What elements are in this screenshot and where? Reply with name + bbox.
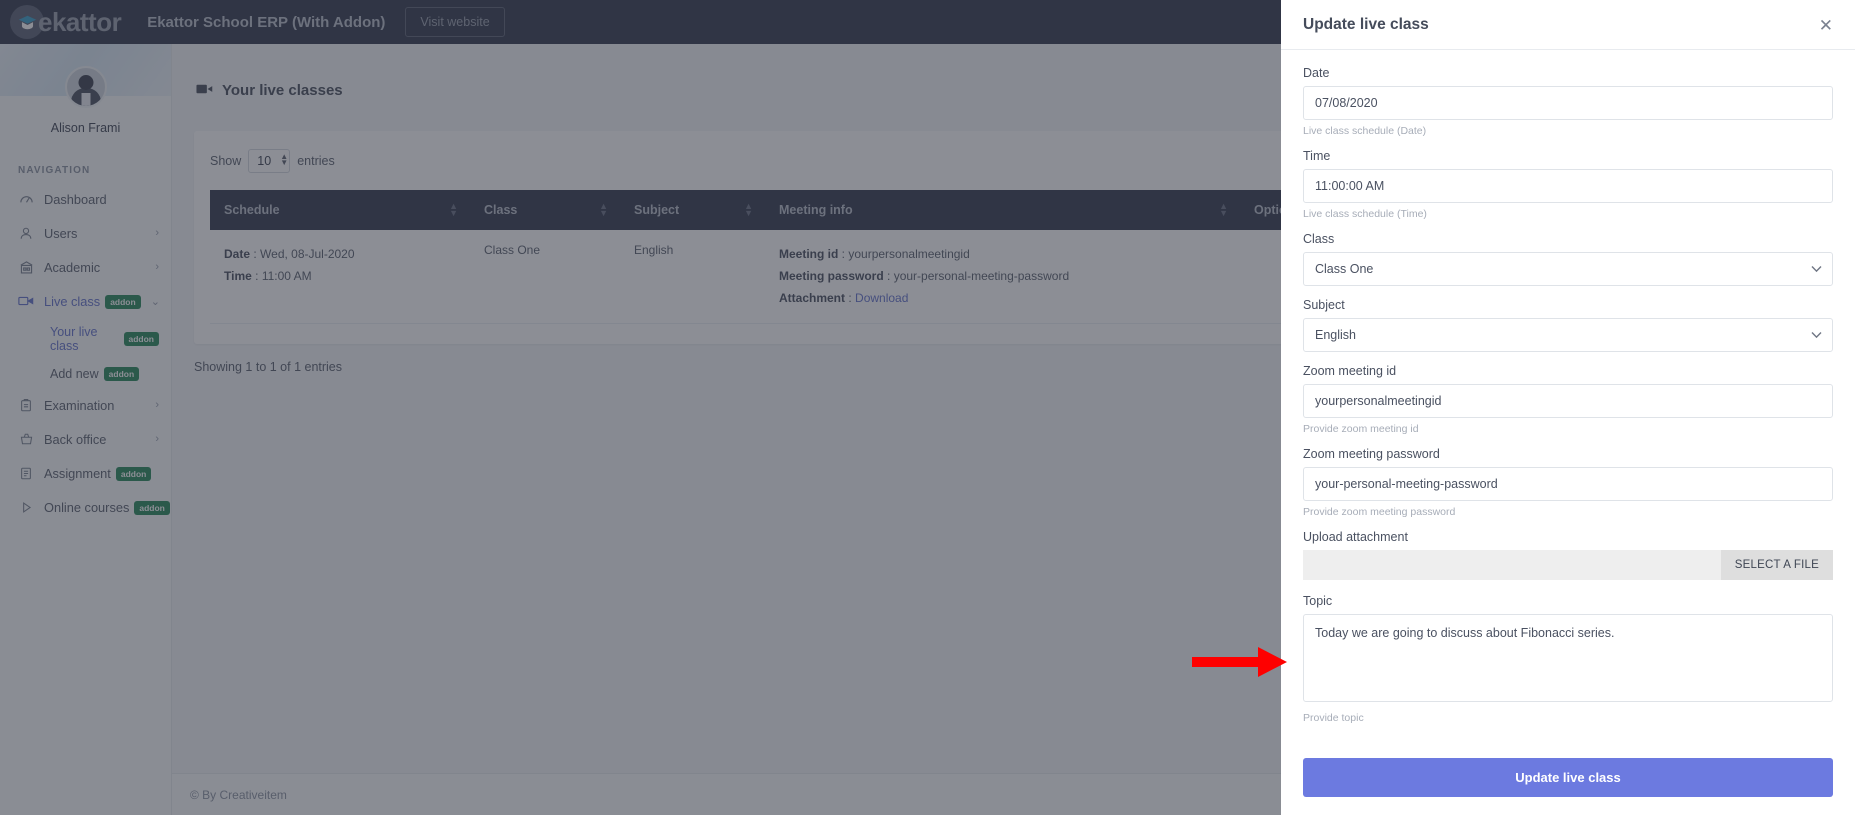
date-label: Date xyxy=(1303,66,1330,80)
class-select[interactable]: Class One xyxy=(1303,252,1833,286)
drawer-header: Update live class ✕ xyxy=(1281,0,1855,50)
zoom-meeting-id-label: Zoom meeting id xyxy=(1303,364,1397,378)
zoom-meeting-password-help-text: Provide zoom meeting password xyxy=(1303,506,1456,518)
time-field[interactable] xyxy=(1303,169,1833,203)
date-help-text: Live class schedule (Date) xyxy=(1303,125,1427,137)
update-live-class-button[interactable]: Update live class xyxy=(1303,758,1833,797)
red-arrow-annotation xyxy=(1192,645,1288,684)
zoom-meeting-password-field[interactable] xyxy=(1303,467,1833,501)
zoom-meeting-id-field[interactable] xyxy=(1303,384,1833,418)
date-field[interactable] xyxy=(1303,86,1833,120)
topic-label: Topic xyxy=(1303,594,1333,608)
zoom-meeting-password-label: Zoom meeting password xyxy=(1303,447,1440,461)
drawer-footer: Update live class xyxy=(1281,748,1855,815)
class-label: Class xyxy=(1303,232,1335,246)
update-live-class-drawer: Update live class ✕ Date Live class sche… xyxy=(1281,0,1855,815)
topic-textarea[interactable] xyxy=(1303,614,1833,702)
modal-backdrop-overlay[interactable] xyxy=(0,0,1281,815)
time-label: Time xyxy=(1303,149,1331,163)
subject-select[interactable]: English xyxy=(1303,318,1833,352)
upload-attachment-label: Upload attachment xyxy=(1303,530,1408,544)
upload-attachment-control: SELECT A FILE xyxy=(1303,550,1833,580)
time-help-text: Live class schedule (Time) xyxy=(1303,208,1427,220)
class-select-wrapper: Class One xyxy=(1303,252,1833,286)
drawer-body: Date Live class schedule (Date) Time Liv… xyxy=(1281,50,1855,748)
subject-label: Subject xyxy=(1303,298,1345,312)
subject-select-wrapper: English xyxy=(1303,318,1833,352)
select-a-file-button[interactable]: SELECT A FILE xyxy=(1720,550,1833,580)
close-icon[interactable]: ✕ xyxy=(1819,17,1833,34)
topic-help-text: Provide topic xyxy=(1303,712,1364,724)
zoom-meeting-id-help-text: Provide zoom meeting id xyxy=(1303,423,1419,435)
drawer-title: Update live class xyxy=(1303,16,1429,33)
upload-filename-display xyxy=(1303,550,1721,580)
